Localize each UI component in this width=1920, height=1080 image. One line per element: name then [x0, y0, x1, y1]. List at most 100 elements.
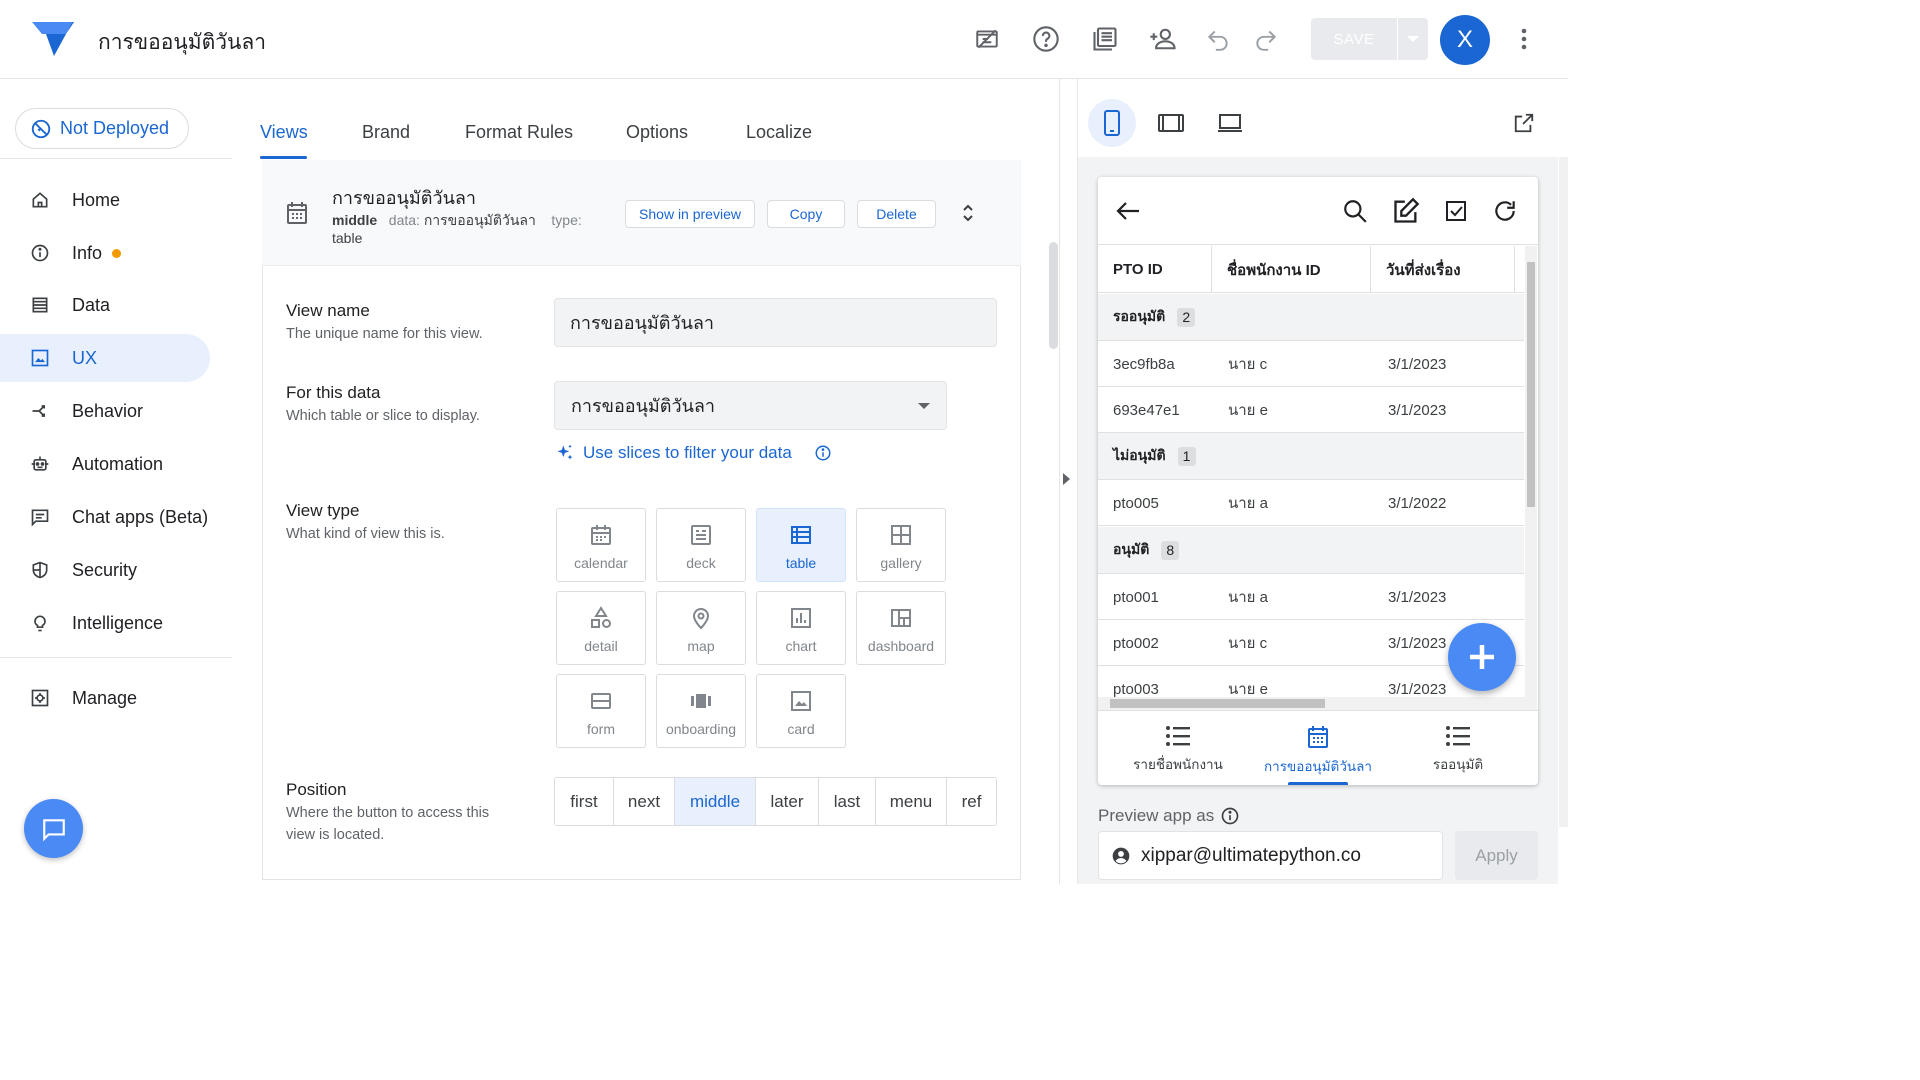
- column-header[interactable]: ชื่อพนักงาน ID: [1227, 246, 1321, 293]
- position-ref[interactable]: ref: [947, 778, 996, 825]
- slices-link[interactable]: Use slices to filter your data: [555, 443, 832, 463]
- back-arrow-icon[interactable]: [1114, 197, 1142, 225]
- collapse-arrow-icon[interactable]: [1063, 473, 1070, 485]
- view-name-input[interactable]: การขออนุมัติวันลา: [554, 298, 997, 347]
- sidebar-item-intelligence[interactable]: Intelligence: [0, 599, 210, 647]
- preview-as-label: Preview app as: [1098, 806, 1215, 825]
- view-type-table[interactable]: table: [756, 508, 846, 582]
- sidebar-item-automation[interactable]: Automation: [0, 440, 210, 488]
- automation-icon: [30, 454, 50, 474]
- sidebar-item-security[interactable]: Security: [0, 546, 210, 594]
- shapes-icon: [589, 606, 613, 630]
- view-type-gallery[interactable]: gallery: [856, 508, 946, 582]
- chat-help-button[interactable]: [24, 799, 83, 858]
- sidebar-item-home[interactable]: Home: [0, 176, 210, 224]
- view-type-label: map: [687, 638, 715, 654]
- ux-icon: [30, 348, 50, 368]
- info-icon[interactable]: [1220, 806, 1240, 826]
- show-in-preview-button[interactable]: Show in preview: [625, 200, 755, 228]
- view-type-detail[interactable]: detail: [556, 591, 646, 665]
- desktop-device-button[interactable]: [1206, 99, 1254, 147]
- view-type-calendar[interactable]: calendar: [556, 508, 646, 582]
- checkbox-icon[interactable]: [1442, 197, 1470, 225]
- add-person-icon[interactable]: [1146, 22, 1180, 56]
- avatar[interactable]: X: [1440, 15, 1490, 65]
- view-type-map[interactable]: map: [656, 591, 746, 665]
- help-icon[interactable]: [1029, 22, 1063, 56]
- bottom-nav-item[interactable]: รออนุมัติ: [1385, 711, 1531, 785]
- view-type-dashboard[interactable]: dashboard: [856, 591, 946, 665]
- sidebar-item-ux[interactable]: UX: [0, 334, 210, 382]
- info-icon[interactable]: [814, 444, 832, 462]
- bottom-nav-item[interactable]: การขออนุมัติวันลา: [1245, 711, 1391, 785]
- view-type-form[interactable]: form: [556, 674, 646, 748]
- position-middle[interactable]: middle: [675, 778, 756, 825]
- table-row[interactable]: pto005 นาย a 3/1/2022: [1098, 480, 1524, 526]
- scrollbar-thumb[interactable]: [1110, 699, 1325, 708]
- delete-button[interactable]: Delete: [857, 200, 936, 228]
- open-in-new-icon[interactable]: [1513, 112, 1535, 134]
- mobile-device-button[interactable]: [1088, 99, 1136, 147]
- table-row[interactable]: 693e47e1 นาย e 3/1/2023: [1098, 387, 1524, 433]
- account-circle-icon: [1111, 846, 1131, 866]
- edit-icon[interactable]: [1392, 197, 1420, 225]
- for-data-select[interactable]: การขออนุมัติวันลา: [554, 381, 947, 430]
- search-icon[interactable]: [1341, 197, 1369, 225]
- view-type-onboarding[interactable]: onboarding: [656, 674, 746, 748]
- bottom-nav-label: รออนุมัติ: [1432, 757, 1484, 772]
- column-header[interactable]: PTO ID: [1113, 246, 1163, 293]
- sidebar-item-info[interactable]: Info: [0, 229, 210, 277]
- tab-localize[interactable]: Localize: [746, 122, 812, 143]
- sidebar-item-chat-apps[interactable]: Chat apps (Beta): [0, 493, 210, 541]
- table-cell: 3/1/2023: [1388, 634, 1447, 652]
- tab-format-rules[interactable]: Format Rules: [465, 122, 573, 143]
- refresh-icon[interactable]: [1491, 197, 1519, 225]
- preview-user-input[interactable]: xippar@ultimatepython.co: [1098, 831, 1443, 880]
- tab-views[interactable]: Views: [260, 122, 308, 143]
- sidebar-item-label: Intelligence: [72, 612, 164, 633]
- position-later[interactable]: later: [756, 778, 819, 825]
- bottom-nav-item[interactable]: รายชื่อพนักงาน: [1105, 711, 1251, 785]
- sidebar-item-behavior[interactable]: Behavior: [0, 387, 210, 435]
- form-icon: [589, 689, 613, 713]
- position-first[interactable]: first: [555, 778, 614, 825]
- save-options-button[interactable]: [1398, 18, 1428, 60]
- group-header[interactable]: รออนุมัติ 2: [1098, 294, 1524, 341]
- view-type-card[interactable]: card: [756, 674, 846, 748]
- scrollbar-thumb[interactable]: [1527, 262, 1535, 507]
- expand-collapse-icon[interactable]: [960, 203, 976, 223]
- table-row[interactable]: pto001 นาย a 3/1/2023: [1098, 574, 1524, 620]
- add-button[interactable]: [1448, 623, 1516, 691]
- position-menu[interactable]: menu: [876, 778, 947, 825]
- docs-icon[interactable]: [1088, 22, 1122, 56]
- position-last[interactable]: last: [819, 778, 876, 825]
- pane-divider[interactable]: [1059, 79, 1060, 884]
- preview-off-icon[interactable]: [970, 22, 1004, 56]
- table-row[interactable]: 3ec9fb8a นาย c 3/1/2023: [1098, 341, 1524, 387]
- mobile-preview-frame: PTO ID ชื่อพนักงาน ID วันที่ส่งเรื่อง รอ…: [1098, 177, 1538, 785]
- sidebar-item-data[interactable]: Data: [0, 281, 210, 329]
- redo-icon[interactable]: [1249, 22, 1283, 56]
- save-button[interactable]: SAVE: [1311, 18, 1397, 60]
- view-type-deck[interactable]: deck: [656, 508, 746, 582]
- deck-icon: [689, 523, 713, 547]
- column-header[interactable]: วันที่ส่งเรื่อง: [1386, 246, 1461, 293]
- group-header[interactable]: ไม่อนุมัติ 1: [1098, 433, 1524, 480]
- tablet-device-button[interactable]: [1147, 99, 1195, 147]
- view-type-chart[interactable]: chart: [756, 591, 846, 665]
- bottom-nav-label: การขออนุมัติวันลา: [1263, 759, 1372, 774]
- more-vert-icon[interactable]: [1512, 24, 1536, 54]
- sidebar-item-manage[interactable]: Manage: [0, 674, 210, 722]
- group-name: ไม่อนุมัติ: [1113, 447, 1166, 463]
- position-next[interactable]: next: [614, 778, 675, 825]
- editor-scrollbar[interactable]: [1049, 242, 1058, 349]
- tab-brand[interactable]: Brand: [362, 122, 410, 143]
- preview-scrollbar[interactable]: [1559, 157, 1568, 827]
- apply-button[interactable]: Apply: [1455, 831, 1538, 880]
- appsheet-logo-icon[interactable]: [32, 20, 74, 58]
- undo-icon[interactable]: [1201, 22, 1235, 56]
- tab-options[interactable]: Options: [626, 122, 688, 143]
- group-header[interactable]: อนุมัติ 8: [1098, 527, 1524, 574]
- deploy-status-chip[interactable]: Not Deployed: [15, 108, 189, 149]
- copy-button[interactable]: Copy: [767, 200, 845, 228]
